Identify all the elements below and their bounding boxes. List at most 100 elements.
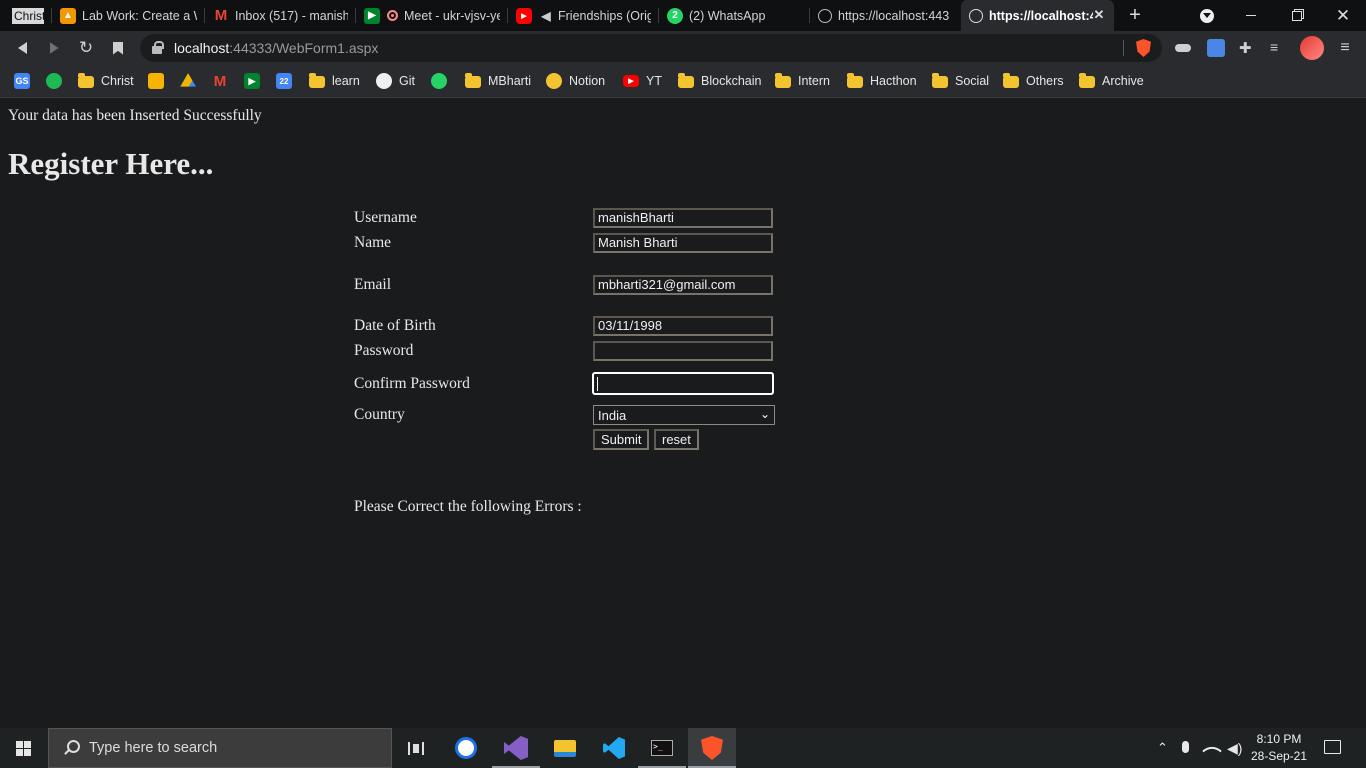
google-translate-icon[interactable] — [1207, 39, 1225, 57]
password-label: Password — [354, 342, 414, 359]
bookmark-blockchain[interactable]: Blockchain — [678, 71, 761, 91]
speaker-icon: ◀ — [541, 8, 551, 23]
taskbar-app-terminal[interactable]: >_ — [638, 728, 686, 768]
vscode-icon — [603, 737, 625, 759]
spotify-icon — [46, 73, 62, 89]
tab-localhost-1[interactable]: https://localhost:443 — [810, 0, 961, 31]
extensions-puzzle-icon[interactable]: ✚ — [1239, 39, 1257, 57]
brave-shield-icon[interactable] — [1136, 39, 1151, 57]
bookmark-others[interactable]: Others — [1003, 71, 1064, 91]
reset-button[interactable]: reset — [654, 429, 699, 450]
bookmark-notion[interactable]: Notion — [546, 71, 605, 91]
bookmark-gmail[interactable]: M — [212, 71, 235, 91]
taskbar-app-vscode[interactable] — [590, 728, 638, 768]
password-field[interactable] — [593, 341, 773, 361]
volume-icon[interactable]: ◀) — [1227, 740, 1242, 757]
confirm-password-field[interactable] — [592, 372, 774, 395]
tab-label: Inbox (517) - manish. — [235, 8, 348, 23]
minimize-button[interactable] — [1228, 0, 1274, 31]
microphone-icon[interactable] — [1182, 740, 1189, 753]
task-view-button[interactable] — [392, 728, 440, 768]
bookmark-git[interactable]: Git — [376, 71, 415, 91]
reload-button[interactable]: ↻ — [75, 37, 97, 59]
tab-christ[interactable]: Christ — [4, 0, 52, 31]
bookmark-archive[interactable]: Archive — [1079, 71, 1144, 91]
folder-icon — [932, 73, 948, 88]
folder-icon — [1003, 73, 1019, 88]
tab-localhost-active[interactable]: https://localhost:4 ✕ — [961, 0, 1114, 31]
clock-time: 8:10 PM — [1256, 732, 1302, 746]
drive-icon — [180, 73, 196, 87]
tray-overflow-icon[interactable]: ⌃ — [1157, 740, 1168, 756]
wifi-icon[interactable] — [1202, 740, 1222, 761]
folder-icon — [1079, 73, 1095, 88]
meet-icon: ▶ — [244, 73, 260, 89]
visual-studio-icon — [504, 736, 528, 760]
bookmark-classroom[interactable] — [148, 71, 171, 91]
email-field[interactable]: mbharti321@gmail.com — [593, 275, 773, 295]
folder-icon — [554, 739, 576, 757]
profile-avatar[interactable] — [1300, 36, 1324, 60]
tab-gmail[interactable]: M Inbox (517) - manish. — [205, 0, 356, 31]
username-field[interactable]: manishBharti — [593, 208, 773, 228]
reload-icon: ↻ — [78, 38, 94, 57]
system-clock[interactable]: 8:10 PM 28-Sep-21 — [1244, 731, 1314, 765]
bookmark-label: Intern — [798, 74, 830, 88]
tab-youtube[interactable]: ▶ ◀ Friendships (Origi — [508, 0, 659, 31]
back-button[interactable] — [11, 37, 33, 59]
close-window-button[interactable]: ✕ — [1320, 0, 1366, 31]
chevron-down-icon: ⌄ — [759, 407, 770, 421]
terminal-icon: >_ — [651, 740, 673, 756]
close-tab-icon[interactable]: ✕ — [1092, 8, 1106, 22]
tab-search-button[interactable] — [1184, 0, 1230, 31]
bookmark-hacthon[interactable]: Hacthon — [847, 71, 917, 91]
validation-summary: Please Correct the following Errors : — [354, 498, 582, 515]
tab-lab-work[interactable]: ▲ Lab Work: Create a W — [52, 0, 205, 31]
bookmark-learn[interactable]: learn — [309, 71, 360, 91]
country-selected-value: India — [598, 408, 627, 423]
success-message: Your data has been Inserted Successfully — [8, 107, 262, 124]
forward-button[interactable] — [43, 37, 65, 59]
bookmark-gs[interactable]: GS — [14, 71, 37, 91]
bookmark-mbharti[interactable]: MBharti — [465, 71, 531, 91]
country-label: Country — [354, 406, 405, 423]
windows-start-icon[interactable] — [16, 741, 32, 756]
gmail-favicon-icon: M — [214, 7, 228, 24]
bookmark-whatsapp[interactable] — [431, 71, 454, 91]
notification-center-icon[interactable] — [1324, 740, 1341, 754]
meet-favicon-icon: ▶ — [364, 7, 380, 24]
bookmark-yt[interactable]: ▶ YT — [623, 71, 662, 91]
taskbar-search-box[interactable]: Type here to search — [48, 728, 392, 768]
chevron-down-icon — [1200, 8, 1214, 23]
bookmark-drive[interactable] — [180, 71, 203, 91]
bookmark-spotify[interactable] — [46, 71, 69, 91]
taskbar-app-file-explorer[interactable] — [541, 728, 589, 768]
country-select[interactable]: India ⌄ — [593, 405, 775, 425]
tab-label: https://localhost:443 — [838, 8, 950, 23]
bookmark-intern[interactable]: Intern — [775, 71, 830, 91]
taskbar-app-brave[interactable] — [688, 728, 736, 768]
extension-glasses-icon[interactable] — [1175, 39, 1193, 57]
bookmark-button[interactable] — [107, 37, 129, 59]
restore-button[interactable] — [1274, 0, 1320, 31]
bookmark-social[interactable]: Social — [932, 71, 989, 91]
media-queue-icon[interactable]: ≡ — [1270, 39, 1288, 57]
name-field[interactable]: Manish Bharti — [593, 233, 773, 253]
address-bar[interactable]: localhost:44333/WebForm1.aspx — [140, 34, 1162, 62]
dob-field[interactable]: 03/11/1998 — [593, 316, 773, 336]
minimize-icon — [1246, 15, 1256, 16]
taskbar-app-edge[interactable] — [442, 728, 490, 768]
bookmark-label: Hacthon — [870, 74, 917, 88]
submit-button[interactable]: Submit — [593, 429, 650, 450]
menu-icon[interactable]: ≡ — [1336, 39, 1354, 57]
taskbar-app-visual-studio[interactable] — [492, 728, 540, 768]
tab-label: https://localhost:4 — [989, 8, 1093, 23]
clock-date: 28-Sep-21 — [1250, 749, 1308, 763]
bookmark-christ[interactable]: Christ — [78, 71, 134, 91]
tab-meet[interactable]: ▶ Meet - ukr-vjsv-ye — [356, 0, 508, 31]
new-tab-button[interactable]: + — [1124, 4, 1146, 26]
folder-icon — [775, 73, 791, 88]
tab-whatsapp[interactable]: 2 (2) WhatsApp — [659, 0, 810, 31]
bookmark-meet[interactable]: ▶ — [244, 71, 267, 91]
bookmark-calendar[interactable]: 22 — [276, 71, 299, 91]
